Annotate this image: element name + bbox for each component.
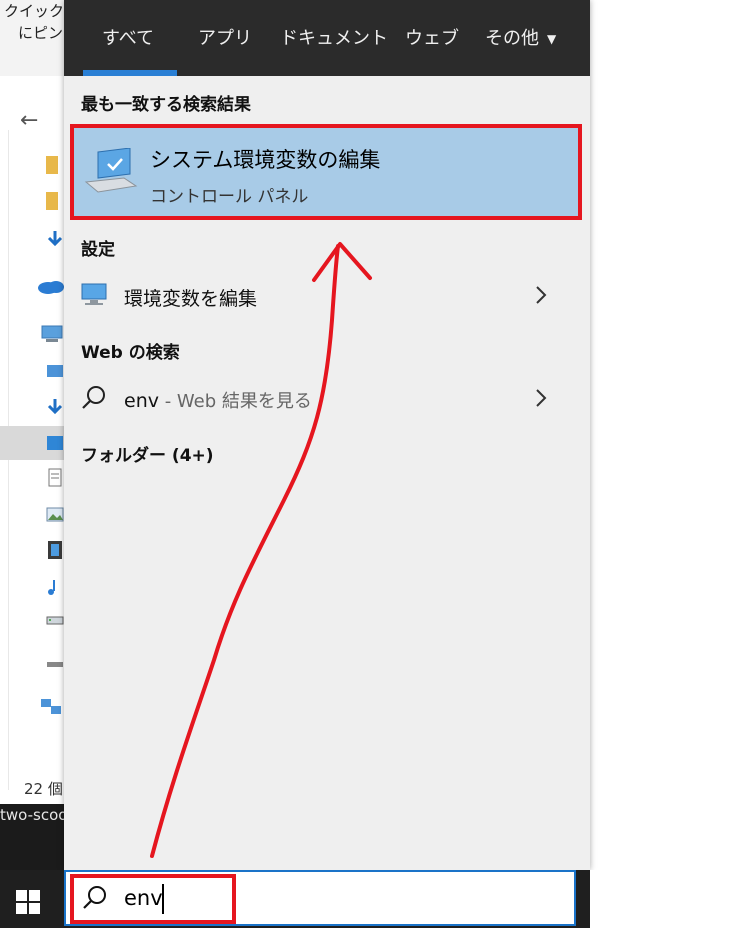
network-icon[interactable]	[38, 696, 64, 714]
start-search-panel: すべて アプリ ドキュメント ウェブ その他 ▼ 最も一致する検索結果 システム環…	[64, 0, 590, 870]
folder-icon[interactable]	[46, 192, 58, 210]
taskbar: env	[0, 870, 736, 928]
download-icon[interactable]	[46, 230, 64, 248]
documents-icon[interactable]	[46, 468, 64, 487]
nav-pane-divider	[8, 130, 9, 790]
pin-tooltip: クイック にピン	[0, 0, 65, 76]
desktop-icon[interactable]	[46, 434, 64, 452]
download-icon[interactable]	[46, 398, 64, 416]
drive-icon[interactable]	[46, 612, 64, 630]
onedrive-icon[interactable]	[36, 278, 64, 296]
file-explorer-window: クイック にピン ← 22 個 two-scoo	[0, 0, 68, 870]
videos-icon[interactable]	[46, 540, 64, 559]
tooltip-line-2: にピン	[18, 24, 64, 42]
windows-logo-icon	[16, 890, 40, 914]
pc-icon[interactable]	[40, 324, 64, 342]
annotation-arrow	[150, 242, 372, 858]
annotation-highlight-box	[70, 874, 236, 924]
window-strip: two-scoo	[0, 804, 68, 870]
desktop-icon[interactable]	[46, 362, 64, 380]
tooltip-line-1: クイック	[4, 2, 65, 20]
back-arrow-icon[interactable]: ←	[20, 108, 38, 133]
taskbar-search-box[interactable]: env	[64, 870, 576, 926]
item-count: 22 個	[24, 780, 63, 798]
start-button[interactable]	[0, 870, 54, 928]
folder-icon[interactable]	[46, 156, 58, 174]
music-icon[interactable]	[46, 578, 64, 596]
pictures-icon[interactable]	[46, 506, 64, 524]
window-strip-label: two-scoo	[0, 806, 68, 824]
drive-icon[interactable]	[46, 656, 64, 674]
